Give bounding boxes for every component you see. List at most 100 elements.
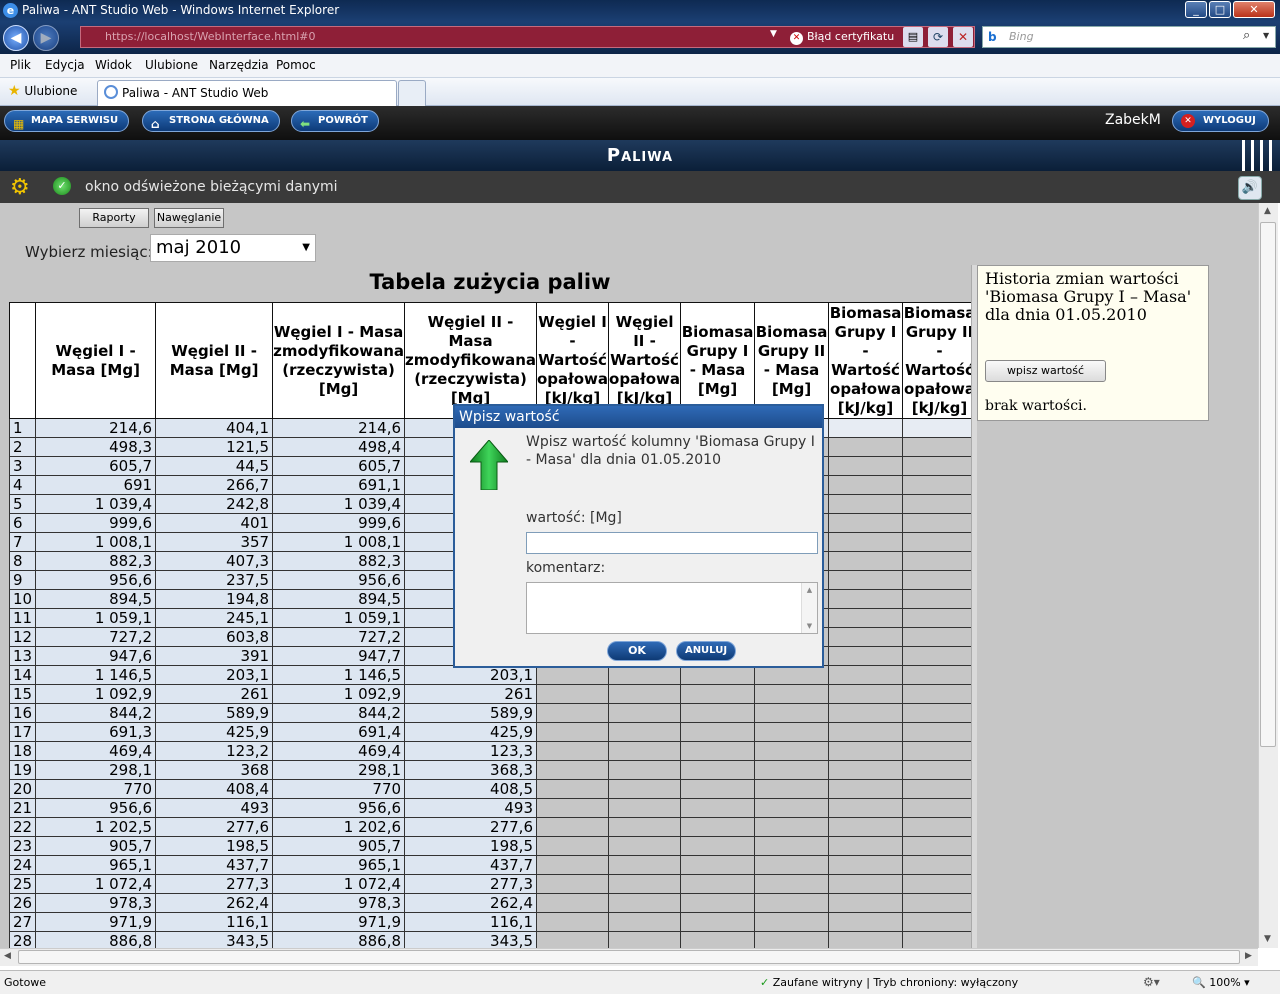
favorites-button[interactable]: ★ Ulubione	[8, 83, 77, 99]
table-cell[interactable]: 237,5	[155, 570, 274, 590]
table-cell-empty[interactable]	[535, 703, 610, 723]
table-cell-empty[interactable]	[828, 608, 904, 628]
table-cell[interactable]: 198,5	[155, 836, 274, 856]
compat-view-icon[interactable]: ▤	[903, 27, 923, 47]
table-cell-empty[interactable]	[680, 855, 756, 875]
table-cell[interactable]: 44,5	[155, 456, 274, 476]
vertical-scroll-thumb[interactable]	[1260, 222, 1276, 747]
table-cell-empty[interactable]	[608, 722, 682, 742]
table-cell[interactable]: 245,1	[155, 608, 274, 628]
table-cell[interactable]: 882,3	[35, 551, 157, 571]
table-cell-empty[interactable]	[754, 912, 830, 932]
table-cell[interactable]: 404,1	[155, 418, 274, 438]
coal-feed-button[interactable]: Nawęglanie	[154, 208, 224, 228]
table-cell-empty[interactable]	[535, 779, 610, 799]
table-cell-empty[interactable]	[754, 665, 830, 685]
table-cell-empty[interactable]	[535, 893, 610, 913]
table-cell-empty[interactable]	[828, 494, 904, 514]
close-window-button[interactable]: ✕	[1233, 1, 1275, 18]
table-cell[interactable]: 956,6	[272, 798, 406, 818]
table-cell[interactable]: 905,7	[272, 836, 406, 856]
table-cell-empty[interactable]	[902, 665, 978, 685]
table-cell-empty[interactable]	[680, 760, 756, 780]
table-cell[interactable]: 691,3	[35, 722, 157, 742]
col-header-coal2-calorific[interactable]: Węgiel II - Wartość opałowa [kJ/kg]	[608, 302, 682, 419]
table-cell-empty[interactable]	[902, 589, 978, 609]
scroll-up-icon[interactable]: ▲	[1264, 206, 1271, 216]
table-cell-empty[interactable]	[828, 570, 904, 590]
col-header-bio2-mass[interactable]: Biomasa Grupy II - Masa [Mg]	[754, 302, 830, 419]
table-cell[interactable]: 965,1	[35, 855, 157, 875]
site-map-button[interactable]: ▦ MAPA SERWISU	[4, 110, 130, 132]
table-cell-empty[interactable]	[902, 779, 978, 799]
table-cell[interactable]: 1 059,1	[35, 608, 157, 628]
table-cell[interactable]: 437,7	[404, 855, 537, 875]
table-cell[interactable]: 368,3	[404, 760, 537, 780]
table-cell-empty[interactable]	[828, 855, 904, 875]
table-cell-empty[interactable]	[828, 760, 904, 780]
address-dropdown-icon[interactable]: ▼	[770, 29, 777, 39]
table-cell-empty[interactable]	[828, 741, 904, 761]
table-cell-empty[interactable]	[828, 665, 904, 685]
table-cell-empty[interactable]	[828, 836, 904, 856]
table-cell[interactable]: 844,2	[272, 703, 406, 723]
menu-pomoc[interactable]: Pomoc	[276, 58, 316, 72]
table-cell-empty[interactable]	[535, 741, 610, 761]
table-cell[interactable]: 123,3	[404, 741, 537, 761]
table-cell-empty[interactable]	[754, 817, 830, 837]
table-cell-empty[interactable]	[828, 912, 904, 932]
table-cell-empty[interactable]	[535, 855, 610, 875]
table-cell-empty[interactable]	[608, 836, 682, 856]
menu-widok[interactable]: Widok	[95, 58, 132, 72]
table-cell[interactable]: 691,4	[272, 722, 406, 742]
search-dropdown-icon[interactable]: ▼	[1263, 31, 1269, 40]
table-cell-empty[interactable]	[828, 684, 904, 704]
table-cell[interactable]: 277,3	[155, 874, 274, 894]
col-header-coal1-modified[interactable]: Węgiel I - Masa zmodyfikowana (rzeczywis…	[272, 302, 406, 419]
table-cell[interactable]: 603,8	[155, 627, 274, 647]
table-cell-empty[interactable]	[608, 817, 682, 837]
table-cell[interactable]: 589,9	[404, 703, 537, 723]
table-cell-empty[interactable]	[902, 570, 978, 590]
table-cell[interactable]: 261	[155, 684, 274, 704]
table-cell-empty[interactable]	[902, 836, 978, 856]
table-cell-empty[interactable]	[828, 646, 904, 666]
table-cell-empty[interactable]	[902, 684, 978, 704]
table-cell-empty[interactable]	[754, 855, 830, 875]
table-cell[interactable]: 266,7	[155, 475, 274, 495]
table-cell-empty[interactable]	[535, 665, 610, 685]
forward-nav-button[interactable]: ▶	[33, 25, 59, 51]
table-cell[interactable]: 727,2	[35, 627, 157, 647]
horizontal-scroll-thumb[interactable]	[18, 950, 1240, 964]
maximize-button[interactable]: □	[1209, 1, 1231, 18]
table-cell-empty[interactable]	[828, 703, 904, 723]
table-cell[interactable]: 956,6	[35, 798, 157, 818]
table-cell[interactable]: 882,3	[272, 551, 406, 571]
table-cell[interactable]: 198,5	[404, 836, 537, 856]
col-header-bio2-calorific[interactable]: Biomasa Grupy II - Wartość opałowa [kJ/k…	[902, 302, 978, 419]
table-cell[interactable]: 262,4	[155, 893, 274, 913]
zoom-level[interactable]: 🔍 100% ▾	[1192, 976, 1250, 989]
table-cell-empty[interactable]	[902, 494, 978, 514]
table-cell-empty[interactable]	[828, 437, 904, 457]
table-cell[interactable]: 947,6	[35, 646, 157, 666]
table-cell[interactable]: 214,6	[35, 418, 157, 438]
table-cell-empty[interactable]	[828, 817, 904, 837]
table-cell-empty[interactable]	[608, 684, 682, 704]
table-cell-empty[interactable]	[828, 551, 904, 571]
col-header-bio1-calorific[interactable]: Biomasa Grupy I - Wartość opałowa [kJ/kg…	[828, 302, 904, 419]
table-cell-empty[interactable]	[828, 589, 904, 609]
table-cell[interactable]: 203,1	[155, 665, 274, 685]
table-cell[interactable]: 894,5	[35, 589, 157, 609]
table-cell[interactable]: 1 039,4	[35, 494, 157, 514]
table-cell[interactable]: 894,5	[272, 589, 406, 609]
table-cell[interactable]: 691,1	[272, 475, 406, 495]
new-tab-button[interactable]	[398, 80, 426, 106]
table-cell[interactable]: 357	[155, 532, 274, 552]
table-cell-empty[interactable]	[535, 798, 610, 818]
table-cell-empty[interactable]	[535, 874, 610, 894]
month-select[interactable]: maj 2010 ▼	[150, 234, 316, 262]
table-cell-empty[interactable]	[680, 684, 756, 704]
comment-scrollbar[interactable]: ▲ ▼	[801, 583, 817, 633]
table-cell[interactable]: 999,6	[35, 513, 157, 533]
